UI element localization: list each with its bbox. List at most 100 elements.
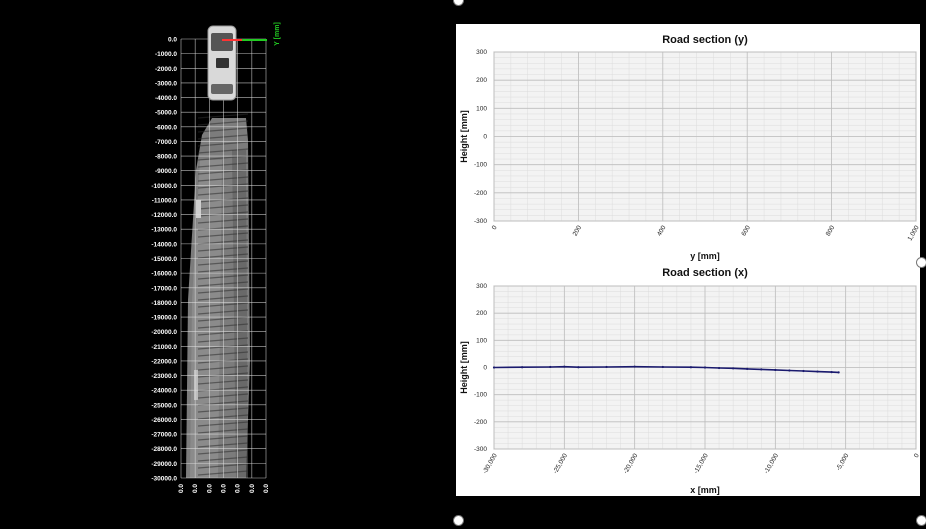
resize-handle-bottom[interactable] <box>453 515 464 526</box>
scan-col-label: 0.0 <box>192 484 199 493</box>
y-tick-label: 0 <box>483 365 487 372</box>
data-point <box>788 369 791 372</box>
scan-col-label: 0.0 <box>206 484 213 493</box>
x-tick-label: 200 <box>572 224 584 237</box>
y-tick-label: -200 <box>474 419 487 426</box>
y-tick-label: -100 <box>474 392 487 399</box>
x-tick-label: 0 <box>913 452 920 459</box>
scan-col-label: 0.0 <box>235 484 242 493</box>
scan-row-label: -13000.0 <box>151 227 177 234</box>
x-tick-label: 800 <box>825 224 837 237</box>
x-tick-label: 0 <box>491 224 499 231</box>
resize-handle-bottom-right[interactable] <box>916 515 926 526</box>
data-point <box>703 366 707 369</box>
vehicle-roof-box <box>216 58 229 68</box>
x-tick-label: -25,000 <box>552 452 569 475</box>
y-tick-label: -100 <box>474 162 487 169</box>
scan-col-label: 0.0 <box>178 484 185 493</box>
y-tick-label: 0 <box>483 134 487 141</box>
vehicle-icon <box>207 25 237 101</box>
scan-row-label: -24000.0 <box>151 388 177 395</box>
road-scan-view: 0.0 -1000.0 -2000.0 -3000.0 -4000.0 -5000.0 -6… <box>151 22 281 493</box>
scan-row-label: -21000.0 <box>151 344 177 351</box>
scan-col-label: 0.0 <box>249 484 256 493</box>
scan-row-label: -5000.0 <box>155 110 177 117</box>
scan-row-label: -6000.0 <box>155 124 177 131</box>
scan-row-label: -4000.0 <box>155 95 177 102</box>
data-point <box>549 365 552 369</box>
road-scan-panel: 0.0 -1000.0 -2000.0 -3000.0 -4000.0 -5000.0 -6… <box>0 0 450 524</box>
scan-row-label: -3000.0 <box>155 80 177 87</box>
data-point <box>774 368 777 372</box>
data-point <box>802 369 805 373</box>
scan-axis-label: Y [mm] <box>274 22 281 46</box>
y-tick-label: 100 <box>476 337 487 344</box>
y-tick-label: 200 <box>476 310 487 317</box>
scan-col-label: 0.0 <box>221 484 228 493</box>
data-point <box>837 371 840 374</box>
x-axis-label: y [mm] <box>690 251 720 261</box>
scan-stripe <box>197 113 249 119</box>
scan-row-label: -28000.0 <box>151 446 177 453</box>
chart-title: Road section (y) <box>662 34 748 46</box>
data-point <box>732 367 735 370</box>
scan-row-label: -10000.0 <box>151 183 177 190</box>
y-axis-label: Height [mm] <box>459 110 469 163</box>
chart-2: -30,000 -25,000 -20,000 -15,000 -10,000 -5,00… <box>459 267 921 495</box>
data-point <box>816 370 819 373</box>
chart-1: 0 200 400 600 800 1,000 300 200 100 0 -100 -200 -300… <box>459 34 921 261</box>
scan-row-label: -12000.0 <box>151 212 177 219</box>
scan-marker <box>194 370 198 400</box>
scan-marker <box>196 200 201 218</box>
y-tick-label: 200 <box>476 77 487 84</box>
chart-title: Road section (x) <box>662 267 748 279</box>
scan-row-label: -25000.0 <box>151 402 177 409</box>
scan-row-label: -27000.0 <box>151 432 177 439</box>
x-tick-label: -20,000 <box>622 452 639 475</box>
scan-row-label: -2000.0 <box>155 66 177 73</box>
x-tick-label: -10,000 <box>763 452 780 475</box>
scan-row-label: -16000.0 <box>151 271 177 278</box>
scan-row-label: -8000.0 <box>155 154 177 161</box>
y-axis-label: Height [mm] <box>459 341 469 394</box>
road-section-charts: 0 200 400 600 800 1,000 300 200 100 0 -100 -200 -300… <box>459 34 921 495</box>
scan-row-label: -19000.0 <box>151 315 177 322</box>
scan-texture <box>186 113 250 478</box>
x-tick-label: -15,000 <box>693 452 710 475</box>
y-tick-label: 300 <box>476 283 487 290</box>
x-tick-label: -5,000 <box>835 452 850 472</box>
road-section-charts-panel: 0 200 400 600 800 1,000 300 200 100 0 -100 -200 -300… <box>456 24 921 496</box>
x-axis-label: x [mm] <box>690 485 720 495</box>
scan-row-label: -14000.0 <box>151 241 177 248</box>
scan-row-label: -9000.0 <box>155 168 177 175</box>
scan-row-label: -18000.0 <box>151 300 177 307</box>
scan-row-label: -26000.0 <box>151 417 177 424</box>
scan-row-label: 0.0 <box>168 37 177 44</box>
scan-row-label: -1000.0 <box>155 51 177 58</box>
resize-handle-top[interactable] <box>453 0 464 6</box>
scan-row-label: -11000.0 <box>152 197 178 204</box>
x-tick-label: 1,000 <box>907 224 920 242</box>
resize-handle-right[interactable] <box>916 257 926 268</box>
scan-col-label: 0.0 <box>263 484 270 493</box>
data-point <box>492 366 496 369</box>
x-tick-label: 400 <box>656 224 668 237</box>
x-tick-label: -30,000 <box>482 452 499 475</box>
scan-row-label: -7000.0 <box>155 139 177 146</box>
data-point <box>633 365 636 368</box>
x-tick-label: 600 <box>740 224 752 237</box>
scan-row-label: -22000.0 <box>151 358 177 365</box>
scan-row-label: -23000.0 <box>151 373 177 380</box>
data-point <box>563 365 566 368</box>
data-point <box>830 371 833 374</box>
scan-row-label: -29000.0 <box>151 461 177 468</box>
y-tick-label: -300 <box>474 446 487 453</box>
data-point <box>746 367 749 370</box>
data-point <box>760 368 763 371</box>
scan-row-label: -17000.0 <box>151 285 177 292</box>
y-tick-label: -300 <box>474 218 487 225</box>
data-point <box>521 366 524 369</box>
y-tick-label: -200 <box>474 190 487 197</box>
data-point <box>577 366 580 369</box>
data-point <box>661 365 664 369</box>
